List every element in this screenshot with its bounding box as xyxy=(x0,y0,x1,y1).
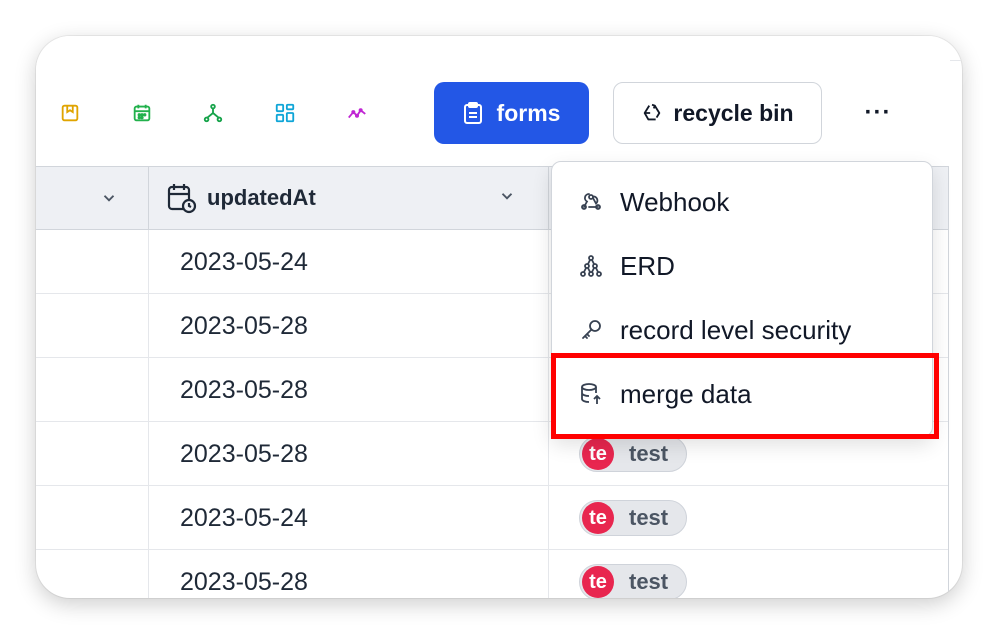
layout-icon[interactable] xyxy=(273,101,297,125)
clipboard-icon xyxy=(463,102,482,124)
table-cell[interactable] xyxy=(36,422,149,486)
menu-item-merge-data[interactable]: merge data xyxy=(552,362,932,426)
forms-button[interactable]: forms xyxy=(434,82,589,144)
avatar: te xyxy=(582,502,614,534)
tag-cell[interactable]: te test xyxy=(549,550,948,598)
more-options-menu: Webhook ERD record level security merge … xyxy=(551,161,933,437)
menu-item-record-level-security[interactable]: record level security xyxy=(552,298,932,362)
date-cell[interactable]: 2023-05-28 xyxy=(149,358,549,422)
date-cell[interactable]: 2023-05-24 xyxy=(149,230,549,294)
menu-item-erd[interactable]: ERD xyxy=(552,234,932,298)
date-cell[interactable]: 2023-05-28 xyxy=(149,550,549,598)
chevron-down-icon[interactable] xyxy=(100,189,118,207)
column-label: updatedAt xyxy=(207,185,316,210)
table-row[interactable]: 2023-05-28 te test xyxy=(36,550,948,598)
database-upload-icon xyxy=(581,383,601,404)
date-cell[interactable]: 2023-05-24 xyxy=(149,486,549,550)
recycle-icon xyxy=(644,103,661,121)
table-cell[interactable] xyxy=(36,486,149,550)
chevron-down-icon[interactable] xyxy=(498,187,516,205)
more-button[interactable]: ··· xyxy=(858,98,898,128)
date-cell[interactable]: 2023-05-28 xyxy=(149,294,549,358)
kanban-icon[interactable] xyxy=(58,101,82,125)
erd-icon xyxy=(580,255,602,277)
column-header[interactable] xyxy=(36,167,149,229)
key-icon xyxy=(582,320,601,339)
avatar: te xyxy=(582,438,614,470)
table-cell[interactable] xyxy=(36,358,149,422)
chart-line-icon[interactable] xyxy=(345,101,369,125)
tag-chip[interactable]: te test xyxy=(579,564,688,598)
tag-chip[interactable]: te test xyxy=(579,500,688,536)
calendar-clock-icon xyxy=(167,184,197,214)
tag-label: test xyxy=(629,441,669,466)
tag-chip[interactable]: te test xyxy=(579,436,688,472)
menu-item-label: ERD xyxy=(620,250,675,281)
column-header-updatedat[interactable]: updatedAt xyxy=(149,167,549,229)
top-strip xyxy=(36,36,962,61)
date-cell[interactable]: 2023-05-28 xyxy=(149,422,549,486)
menu-item-label: Webhook xyxy=(620,186,730,217)
graph-icon[interactable] xyxy=(201,101,225,125)
recycle-bin-button[interactable]: recycle bin xyxy=(613,82,822,144)
view-toolbar: forms recycle bin ··· xyxy=(36,60,950,166)
tag-label: test xyxy=(629,505,669,530)
avatar: te xyxy=(582,566,614,598)
table-cell[interactable] xyxy=(36,550,149,598)
menu-item-label: record level security xyxy=(620,314,852,345)
tag-label: test xyxy=(629,569,669,594)
calendar-icon[interactable] xyxy=(130,101,154,125)
table-cell[interactable] xyxy=(36,230,149,294)
table-row[interactable]: 2023-05-24 te test xyxy=(36,486,948,550)
webhook-icon xyxy=(581,193,601,210)
app-window: forms recycle bin ··· updatedAt 2023-05-… xyxy=(36,36,962,598)
menu-item-webhook[interactable]: Webhook xyxy=(552,170,932,234)
menu-item-label: merge data xyxy=(620,378,752,409)
table-cell[interactable] xyxy=(36,294,149,358)
recycle-bin-label: recycle bin xyxy=(673,99,794,126)
tag-cell[interactable]: te test xyxy=(549,486,948,550)
forms-label: forms xyxy=(496,99,561,126)
